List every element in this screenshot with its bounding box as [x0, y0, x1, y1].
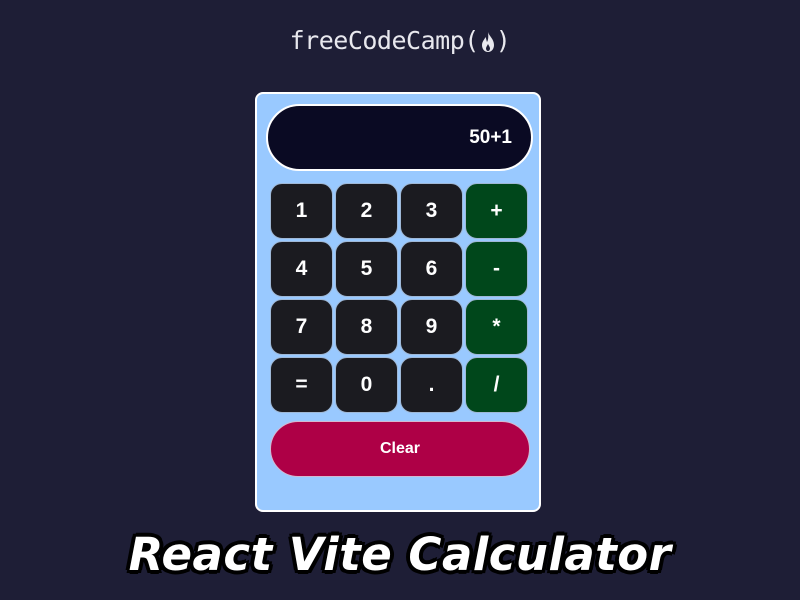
clear-button[interactable]: Clear — [270, 421, 530, 477]
key-3[interactable]: 3 — [400, 183, 463, 239]
key-add[interactable]: + — [465, 183, 528, 239]
key-subtract[interactable]: - — [465, 241, 528, 297]
calculator-display: 50+1 — [266, 104, 533, 171]
key-8[interactable]: 8 — [335, 299, 398, 355]
logo-paren: ) — [495, 26, 511, 55]
logo-text: freeCodeCamp( — [289, 26, 480, 55]
key-2[interactable]: 2 — [335, 183, 398, 239]
key-7[interactable]: 7 — [270, 299, 333, 355]
freecodecamp-logo: freeCodeCamp() — [0, 26, 800, 59]
key-6[interactable]: 6 — [400, 241, 463, 297]
key-divide[interactable]: / — [465, 357, 528, 413]
key-0[interactable]: 0 — [335, 357, 398, 413]
calculator: 50+1 1 2 3 + 4 5 6 - 7 8 9 * = 0 . / Cle… — [255, 92, 541, 512]
key-equals[interactable]: = — [270, 357, 333, 413]
key-4[interactable]: 4 — [270, 241, 333, 297]
key-9[interactable]: 9 — [400, 299, 463, 355]
keypad: 1 2 3 + 4 5 6 - 7 8 9 * = 0 . / — [270, 183, 532, 413]
key-1[interactable]: 1 — [270, 183, 333, 239]
flame-icon — [480, 30, 496, 59]
key-5[interactable]: 5 — [335, 241, 398, 297]
key-multiply[interactable]: * — [465, 299, 528, 355]
title-caption: React Vite Calculator — [128, 527, 672, 582]
key-decimal[interactable]: . — [400, 357, 463, 413]
